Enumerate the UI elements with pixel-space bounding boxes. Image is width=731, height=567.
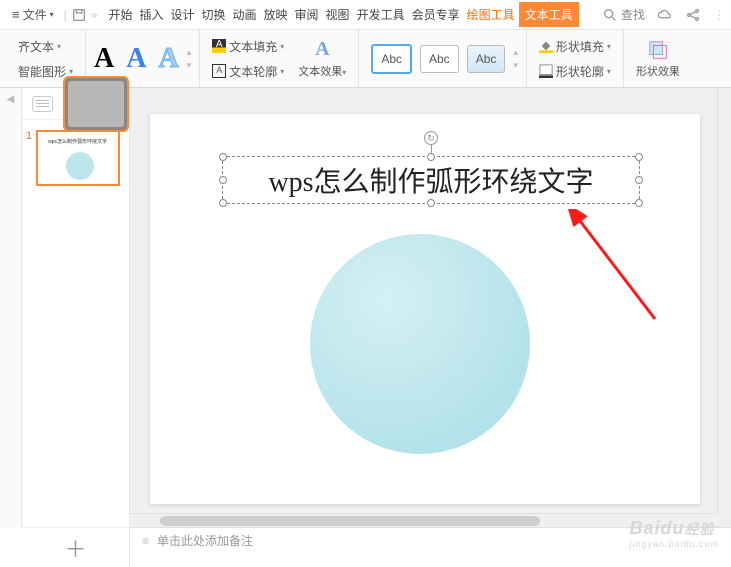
wordart-gallery-down-icon[interactable]: ▾ (187, 60, 192, 71)
slide-number: 1 (26, 130, 32, 186)
resize-handle-s[interactable] (427, 199, 435, 207)
search-box[interactable]: 查找 (602, 6, 645, 23)
shape-style-1[interactable]: Abc (371, 44, 412, 74)
resize-handle-w[interactable] (219, 176, 227, 184)
vertical-scrollbar[interactable] (717, 88, 731, 513)
text-box-selected[interactable]: ↻ wps怎么制作弧形环绕文字 (222, 156, 640, 204)
resize-handle-n[interactable] (427, 153, 435, 161)
shape-fill-icon (539, 39, 553, 53)
resize-handle-ne[interactable] (635, 153, 643, 161)
menubar: ≡ 文件 ▾ | » 开始 插入 设计 切换 动画 放映 审阅 视图 开发工具 … (0, 0, 731, 30)
horizontal-scrollbar-thumb[interactable] (160, 516, 540, 526)
ribbon-tabs: 开始 插入 设计 切换 动画 放映 审阅 视图 开发工具 会员专享 绘图工具 文… (105, 2, 578, 27)
canvas-area: ↻ wps怎么制作弧形环绕文字 (130, 88, 731, 527)
left-toolbar: ◀ (0, 88, 22, 528)
file-menu[interactable]: ≡ 文件 ▾ (6, 4, 60, 25)
slides-panel: 1 wps怎么制作弧形环绕文字 (22, 88, 130, 528)
shape-fill-button[interactable]: 形状填充▾ (535, 36, 615, 57)
shape-style-2[interactable]: Abc (420, 45, 459, 73)
tab-start[interactable]: 开始 (105, 2, 135, 27)
horizontal-scrollbar[interactable] (130, 513, 717, 527)
ribbon-group-shape-styles: Abc Abc Abc ▴ ▾ (359, 30, 527, 87)
cloud-icon[interactable] (657, 7, 673, 23)
tab-slideshow[interactable]: 放映 (261, 2, 291, 27)
shape-outline-button[interactable]: 形状轮廓▾ (535, 61, 615, 82)
shape-gallery-down-icon[interactable]: ▾ (513, 60, 518, 71)
rotate-handle[interactable]: ↻ (424, 131, 438, 145)
tab-drawing-tools[interactable]: 绘图工具 (464, 2, 518, 27)
text-outline-button[interactable]: A 文本轮廓▾ (208, 61, 288, 82)
tab-member[interactable]: 会员专享 (409, 2, 463, 27)
share-icon[interactable] (685, 7, 701, 23)
tab-transition[interactable]: 切换 (198, 2, 228, 27)
tab-design[interactable]: 设计 (167, 2, 197, 27)
thumbnail-text: wps怎么制作弧形环绕文字 (48, 138, 108, 146)
align-text-button[interactable]: 齐文本▾ (14, 36, 77, 57)
tab-animation[interactable]: 动画 (230, 2, 260, 27)
annotation-arrow (565, 209, 665, 329)
wordart-gallery-up-icon[interactable]: ▴ (187, 47, 192, 58)
thumbnail-view-button[interactable] (63, 76, 130, 132)
tab-text-tools[interactable]: 文本工具 (519, 2, 579, 27)
ribbon-group-shape-format: 形状填充▾ 形状轮廓▾ (527, 30, 624, 87)
resize-handle-e[interactable] (635, 176, 643, 184)
shape-outline-icon (539, 64, 553, 78)
text-fill-button[interactable]: A 文本填充▾ (208, 36, 288, 57)
tab-devtools[interactable]: 开发工具 (354, 2, 408, 27)
resize-handle-nw[interactable] (219, 153, 227, 161)
resize-handle-se[interactable] (635, 199, 643, 207)
wordart-preset-3[interactable]: A (159, 43, 179, 75)
slide-thumbnail-1[interactable]: wps怎么制作弧形环绕文字 (36, 130, 120, 186)
save-icon[interactable] (71, 7, 87, 23)
resize-handle-sw[interactable] (219, 199, 227, 207)
search-icon (602, 7, 618, 23)
ribbon-group-shape-effects: 形状效果 (624, 30, 692, 87)
add-slide-button[interactable]: ＋ (22, 527, 130, 567)
notes-icon: ≡ (142, 534, 149, 548)
textbox-content: wps怎么制作弧形环绕文字 (268, 160, 593, 200)
notes-placeholder: 单击此处添加备注 (157, 532, 253, 549)
slide-canvas[interactable]: ↻ wps怎么制作弧形环绕文字 (150, 114, 700, 504)
shape-effects-icon (647, 39, 669, 61)
left-arrow-icon[interactable]: ◀ (7, 94, 15, 105)
tab-review[interactable]: 审阅 (292, 2, 322, 27)
shape-style-3[interactable]: Abc (467, 45, 506, 73)
circle-shape[interactable] (310, 234, 530, 454)
search-label: 查找 (621, 6, 645, 23)
wordart-preset-1[interactable]: A (94, 43, 114, 75)
text-fill-icon: A (212, 39, 226, 53)
text-outline-icon: A (212, 64, 226, 78)
text-effects-button[interactable]: A 文本效果▾ (294, 38, 350, 79)
shape-effects-button[interactable]: 形状效果 (632, 39, 684, 79)
text-effects-icon: A (315, 38, 329, 61)
tab-insert[interactable]: 插入 (136, 2, 166, 27)
wordart-preset-2[interactable]: A (126, 43, 146, 75)
shape-gallery-up-icon[interactable]: ▴ (513, 47, 518, 58)
notes-bar[interactable]: ≡ 单击此处添加备注 (130, 527, 731, 553)
outline-view-button[interactable] (32, 96, 53, 112)
ribbon-group-text-style: A 文本填充▾ A 文本轮廓▾ A 文本效果▾ (200, 30, 359, 87)
tab-view[interactable]: 视图 (323, 2, 353, 27)
thumbnail-circle (66, 152, 94, 180)
file-menu-label: 文件 (23, 6, 47, 23)
